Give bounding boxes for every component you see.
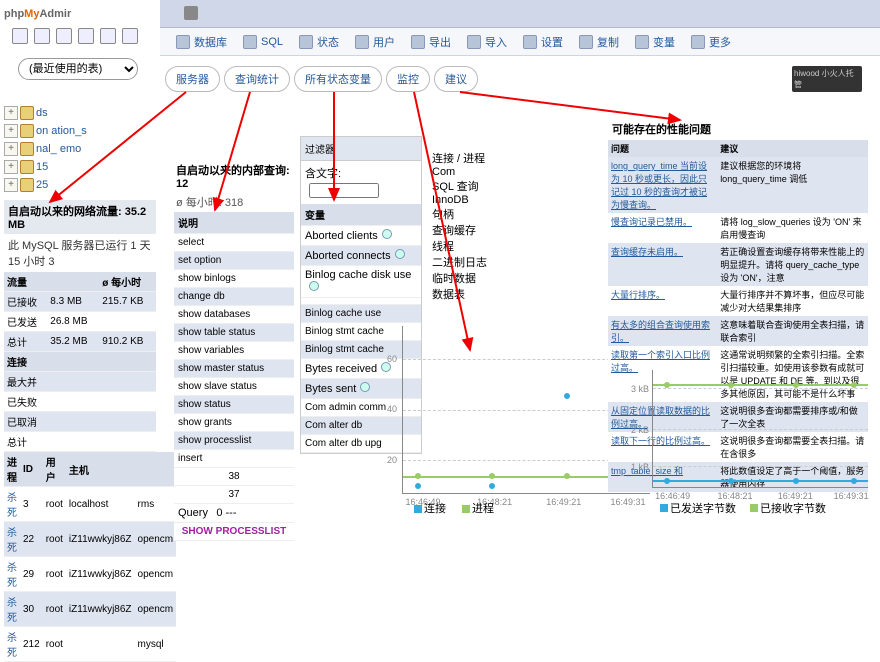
- filter-header: 过滤器: [301, 137, 421, 161]
- tree-item[interactable]: +15: [4, 158, 149, 176]
- chart2-legend: 已发送字节数 已接收字节数: [660, 500, 826, 516]
- traffic-title: 自启动以来的网络流量: 35.2 MB: [4, 200, 156, 234]
- tab-users[interactable]: 用户: [347, 28, 403, 56]
- pill-query-stats[interactable]: 查询统计: [224, 66, 290, 92]
- gear-icon: [523, 35, 537, 49]
- tab-more[interactable]: 更多: [683, 28, 739, 56]
- tab-sql[interactable]: SQL: [235, 28, 291, 56]
- tree-item[interactable]: +ds: [4, 104, 149, 122]
- docs-icon[interactable]: [78, 28, 94, 44]
- traffic-panel: 自启动以来的网络流量: 35.2 MB 此 MySQL 服务器已运行 1 天 1…: [4, 200, 156, 662]
- sql-icon[interactable]: [56, 28, 72, 44]
- breadcrumb-bar: [160, 0, 880, 28]
- kill-link[interactable]: 杀死: [4, 487, 20, 522]
- main-tabs: 数据库 SQL 状态 用户 导出 导入 设置 复制 变量 更多: [160, 28, 880, 56]
- phpmyadmin-logo: phpMyAdmir: [4, 0, 71, 23]
- tab-settings[interactable]: 设置: [515, 28, 571, 56]
- connections-table: 连接 最大并 已失败 已取消 总计: [4, 352, 156, 452]
- tab-import[interactable]: 导入: [459, 28, 515, 56]
- reload-icon[interactable]: [122, 28, 138, 44]
- traffic-table: 流量ø 每小时 已接收8.3 MB215.7 KB 已发送26.8 MB 总计3…: [4, 272, 156, 352]
- replication-icon: [579, 35, 593, 49]
- recent-tables-select[interactable]: (最近使用的表): [18, 58, 138, 80]
- show-processlist-link[interactable]: SHOW PROCESSLIST: [174, 523, 294, 541]
- issue-link[interactable]: 慢查询记录已禁用。: [608, 213, 717, 243]
- server-icon: [184, 6, 198, 20]
- issue-link[interactable]: long_query_time 当前设为 10 秒或更长，因此只记过 10 秒的…: [608, 157, 717, 213]
- queries-title: 自启动以来的内部查询: 12: [174, 160, 294, 192]
- home-icon[interactable]: [12, 28, 28, 44]
- tree-item[interactable]: +on ation_s: [4, 122, 149, 140]
- kill-link[interactable]: 杀死: [4, 627, 20, 662]
- more-icon: [691, 35, 705, 49]
- filter-input[interactable]: [309, 183, 379, 198]
- queries-sub: ø 每小时: 318: [174, 192, 294, 212]
- tab-export[interactable]: 导出: [403, 28, 459, 56]
- issue-link[interactable]: 大量行排序。: [608, 286, 717, 316]
- help-icon[interactable]: [360, 382, 370, 392]
- users-icon: [355, 35, 369, 49]
- import-icon: [467, 35, 481, 49]
- export-icon: [411, 35, 425, 49]
- advisor-title: 可能存在的性能问题: [608, 118, 868, 140]
- issue-link[interactable]: 查询缓存未启用。: [608, 243, 717, 286]
- help-icon[interactable]: [309, 281, 319, 291]
- pill-all-vars[interactable]: 所有状态变量: [294, 66, 382, 92]
- tab-status[interactable]: 状态: [291, 28, 347, 56]
- bytes-chart: 3 kB 2 kB 1 kB 16:46:49 16:48:21 16:49:2…: [652, 370, 868, 488]
- tab-replication[interactable]: 复制: [571, 28, 627, 56]
- status-icon: [299, 35, 313, 49]
- pill-monitor[interactable]: 监控: [386, 66, 430, 92]
- logout-icon[interactable]: [34, 28, 50, 44]
- tree-item[interactable]: +nal_ emo: [4, 140, 149, 158]
- pill-advisor[interactable]: 建议: [434, 66, 478, 92]
- help-icon[interactable]: [395, 249, 405, 259]
- sql-tab-icon: [243, 35, 257, 49]
- settings-icon[interactable]: [100, 28, 116, 44]
- help-icon[interactable]: [382, 229, 392, 239]
- db-tree: +ds +on ation_s +nal_ emo +15 +25: [4, 104, 149, 194]
- db-icon: [176, 35, 190, 49]
- kill-link[interactable]: 杀死: [4, 522, 20, 557]
- queries-panel: 自启动以来的内部查询: 12 ø 每小时: 318 说明 select set …: [174, 160, 294, 541]
- issue-link[interactable]: 有太多的组合查询使用索引。: [608, 316, 717, 346]
- filter-label: 含文字:: [301, 161, 421, 204]
- quick-icon-bar: [12, 28, 138, 44]
- chart1-legend: 连接 进程: [414, 500, 494, 516]
- uptime-text: 此 MySQL 服务器已运行 1 天 15 小时 3: [4, 234, 156, 272]
- kill-link[interactable]: 杀死: [4, 557, 20, 592]
- pill-server[interactable]: 服务器: [165, 66, 220, 92]
- process-table: 进程ID用户主机 杀死3rootlocalhostrms 杀死22rootiZ1…: [4, 452, 176, 662]
- vars-icon: [635, 35, 649, 49]
- kill-link[interactable]: 杀死: [4, 592, 20, 627]
- tab-variables[interactable]: 变量: [627, 28, 683, 56]
- tab-databases[interactable]: 数据库: [168, 28, 235, 56]
- tree-item[interactable]: +25: [4, 176, 149, 194]
- status-subtabs: 服务器 查询统计 所有状态变量 监控 建议: [165, 66, 478, 92]
- hosting-logo: hiwood 小火人托管: [792, 66, 862, 92]
